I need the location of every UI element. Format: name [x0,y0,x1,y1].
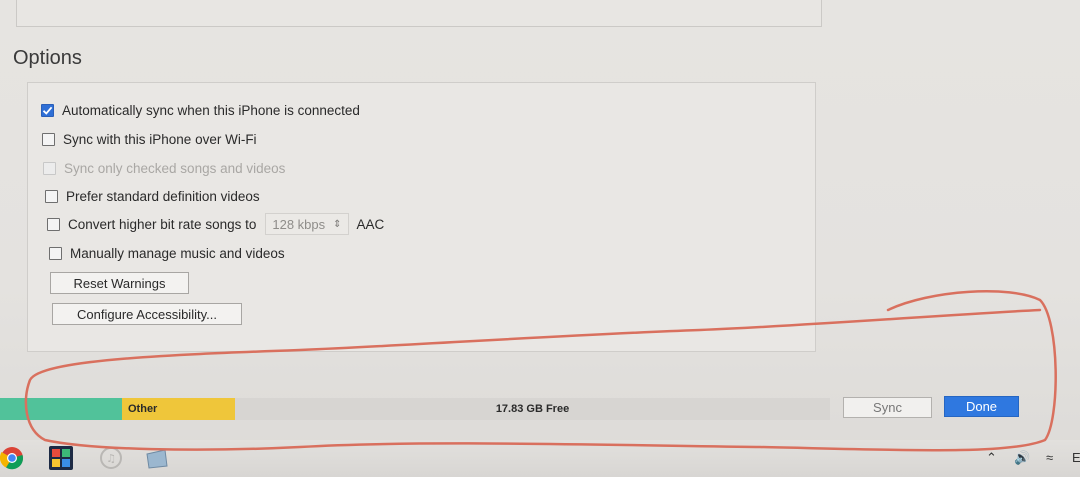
configure-accessibility-button[interactable]: Configure Accessibility... [52,303,242,325]
bitrate-select[interactable]: 128 kbps ⇕ [265,213,349,235]
svg-text:♫: ♫ [106,452,116,465]
files-icon[interactable] [145,446,169,470]
options-heading: Options [13,47,82,69]
option-manual-manage[interactable]: Manually manage music and videos [49,246,285,261]
sd-video-checkbox[interactable] [45,190,58,203]
chrome-icon[interactable] [0,446,24,470]
option-auto-sync[interactable]: Automatically sync when this iPhone is c… [41,103,360,118]
convert-bitrate-label: Convert higher bit rate songs to [68,216,257,232]
top-panel [16,0,822,27]
checkmark-icon [42,106,53,115]
option-sd-video[interactable]: Prefer standard definition videos [45,189,260,204]
wifi-icon[interactable]: ≈ [1046,450,1053,465]
done-button[interactable]: Done [944,396,1019,417]
sync-button[interactable]: Sync [843,397,932,418]
updown-chevron-icon: ⇕ [333,218,342,230]
option-wifi-sync[interactable]: Sync with this iPhone over Wi-Fi [42,132,257,147]
option-sync-checked: Sync only checked songs and videos [43,161,285,176]
tray-language: E [1072,450,1080,465]
storage-segment-free: 17.83 GB Free [235,398,830,420]
storage-free-label: 17.83 GB Free [495,403,570,415]
manual-manage-checkbox[interactable] [49,247,62,260]
bitrate-format: AAC [356,216,385,232]
auto-sync-checkbox[interactable] [41,104,54,117]
itunes-icon[interactable]: ♫ [99,446,123,470]
convert-bitrate-checkbox[interactable] [47,217,60,231]
volume-icon[interactable]: 🔊 [1014,450,1030,466]
storage-segment-other: Other [122,398,235,420]
wifi-sync-checkbox[interactable] [42,133,55,146]
option-convert-bitrate[interactable]: Convert higher bit rate songs to 128 kbp… [47,213,384,235]
manual-manage-label: Manually manage music and videos [70,246,285,261]
bitrate-value: 128 kbps [272,216,326,232]
wifi-sync-label: Sync with this iPhone over Wi-Fi [63,132,257,147]
taskbar: ♫ ⌃ 🔊 ≈ E [0,440,1080,477]
sd-video-label: Prefer standard definition videos [66,189,260,204]
storage-bar: Other 17.83 GB Free [0,398,830,420]
app-grid-icon[interactable] [49,446,73,470]
sync-checked-label: Sync only checked songs and videos [64,161,286,176]
sync-checked-checkbox [43,162,56,175]
storage-other-label: Other [128,403,158,415]
auto-sync-label: Automatically sync when this iPhone is c… [62,103,360,118]
reset-warnings-button[interactable]: Reset Warnings [50,272,189,294]
chevron-up-icon[interactable]: ⌃ [986,450,997,466]
storage-segment-apps [0,398,122,420]
